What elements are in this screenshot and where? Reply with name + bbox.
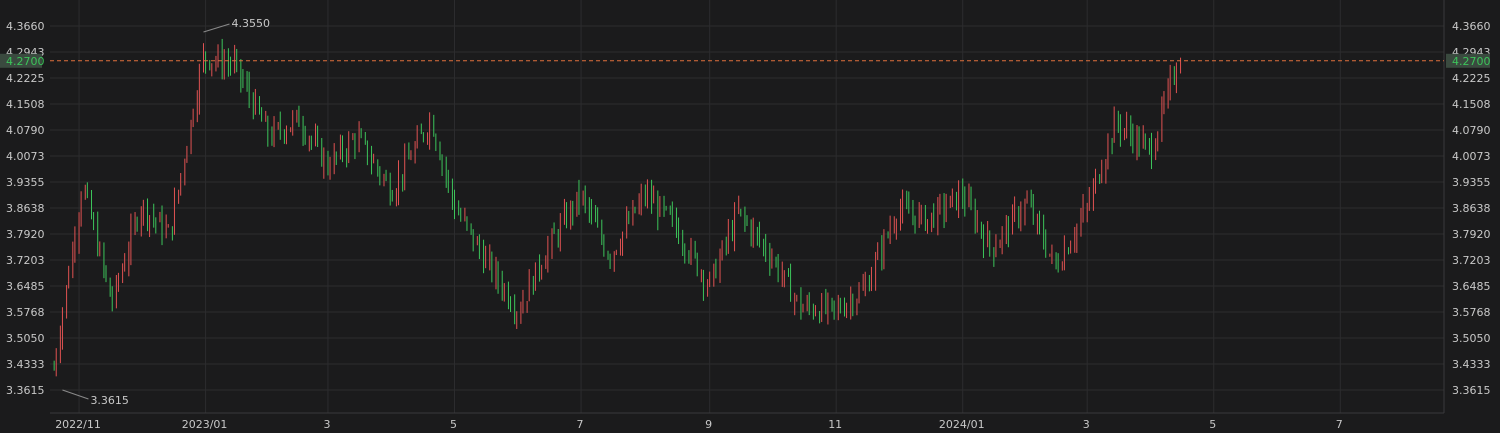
- y-axis-right: 3.3615 3.4333 3.5050 3.5768 3.6485 3.7203 3.79…: [1452, 20, 1491, 397]
- x-tick-label: 11: [828, 418, 842, 431]
- x-tick-label: 9: [705, 418, 712, 431]
- high-annotation-leader: [203, 23, 230, 33]
- y-tick-label: 3.4333: [6, 358, 45, 371]
- y-axis-left: 3.3615 3.4333 3.5050 3.5768 3.6485 3.7203 3.79…: [6, 20, 45, 397]
- y-tick-label-right: 3.7920: [1452, 228, 1491, 241]
- y-tick-label: 4.2225: [6, 72, 45, 85]
- y-tick-label-right: 4.0790: [1452, 124, 1491, 137]
- x-tick-label: 3: [323, 418, 330, 431]
- y-tick-label-right: 4.3660: [1452, 20, 1491, 33]
- y-tick-label: 3.3615: [6, 384, 45, 397]
- x-tick-label: 7: [1336, 418, 1343, 431]
- y-tick-label-right: 3.3615: [1452, 384, 1491, 397]
- high-annotation: 4.3550: [232, 17, 271, 30]
- y-tick-label: 3.7920: [6, 228, 45, 241]
- y-tick-label-right: 3.9355: [1452, 176, 1491, 189]
- low-annotation-leader: [62, 389, 89, 400]
- y-tick-label: 4.3660: [6, 20, 45, 33]
- x-tick-label: 2022/11: [55, 418, 101, 431]
- y-tick-label: 4.0790: [6, 124, 45, 137]
- y-tick-label-right: 3.6485: [1452, 280, 1491, 293]
- y-tick-label-right: 3.4333: [1452, 358, 1491, 371]
- y-tick-label: 3.9355: [6, 176, 45, 189]
- y-tick-label-right: 3.5050: [1452, 332, 1491, 345]
- y-tick-label: 3.6485: [6, 280, 45, 293]
- y-tick-label: 4.1508: [6, 98, 45, 111]
- x-tick-label: 7: [577, 418, 584, 431]
- y-tick-label-right: 3.7203: [1452, 254, 1491, 267]
- current-price-label-left: 4.2700: [6, 55, 45, 68]
- y-tick-label: 3.5768: [6, 306, 45, 319]
- x-tick-label: 5: [450, 418, 457, 431]
- x-tick-label: 5: [1209, 418, 1216, 431]
- x-tick-label: 2023/01: [182, 418, 228, 431]
- x-tick-label: 3: [1083, 418, 1090, 431]
- y-tick-label-right: 3.5768: [1452, 306, 1491, 319]
- low-annotation: 3.3615: [90, 394, 129, 407]
- y-tick-label-right: 4.1508: [1452, 98, 1491, 111]
- x-axis: 2022/11 2023/01 3 5 7 9 11 2024/01 3 5 7: [55, 418, 1343, 431]
- current-price-label-right: 4.2700: [1452, 55, 1491, 68]
- y-tick-label: 4.0073: [6, 150, 45, 163]
- y-tick-label: 3.7203: [6, 254, 45, 267]
- grid-lines: [50, 0, 1444, 413]
- x-tick-label: 2024/01: [939, 418, 985, 431]
- y-tick-label-right: 3.8638: [1452, 202, 1491, 215]
- y-tick-label-right: 4.2225: [1452, 72, 1491, 85]
- y-tick-label-right: 4.0073: [1452, 150, 1491, 163]
- y-tick-label: 3.8638: [6, 202, 45, 215]
- ohlc-chart[interactable]: 3.3615 3.4333 3.5050 3.5768 3.6485 3.7203 3.79…: [0, 0, 1500, 433]
- y-tick-label: 3.5050: [6, 332, 45, 345]
